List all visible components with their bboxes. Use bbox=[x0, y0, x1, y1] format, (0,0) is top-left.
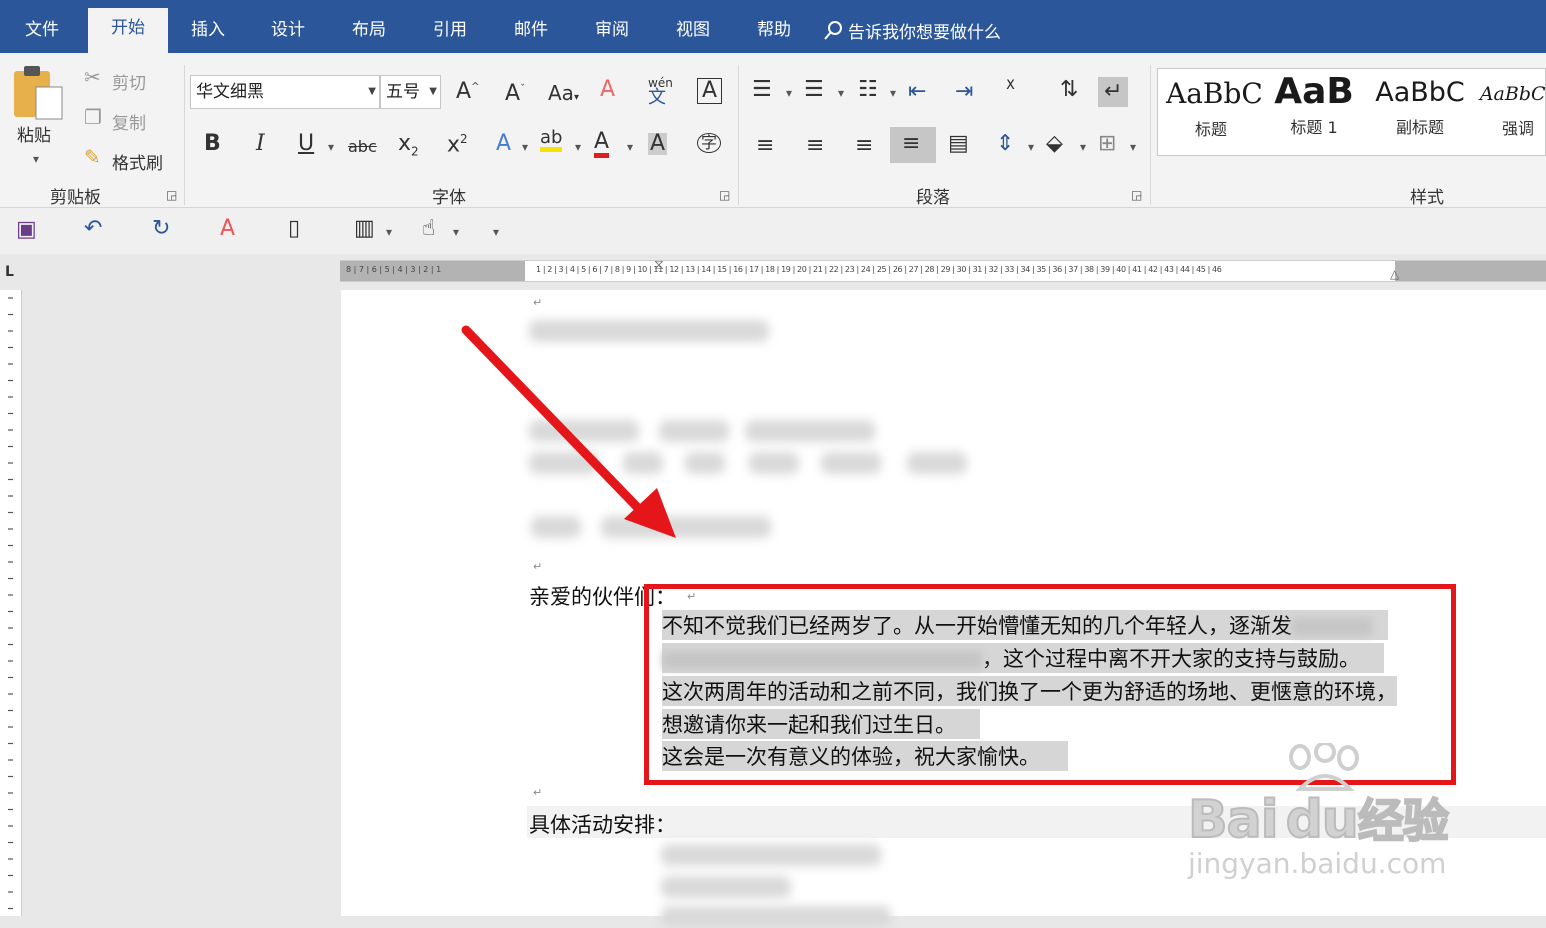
watermark-brand-du: du bbox=[1285, 789, 1360, 851]
watermark-url: jingyan.baidu.com bbox=[1188, 847, 1447, 880]
watermark-brand: Bai bbox=[1187, 789, 1280, 851]
watermark-jingyan: 经验 bbox=[1357, 793, 1450, 849]
